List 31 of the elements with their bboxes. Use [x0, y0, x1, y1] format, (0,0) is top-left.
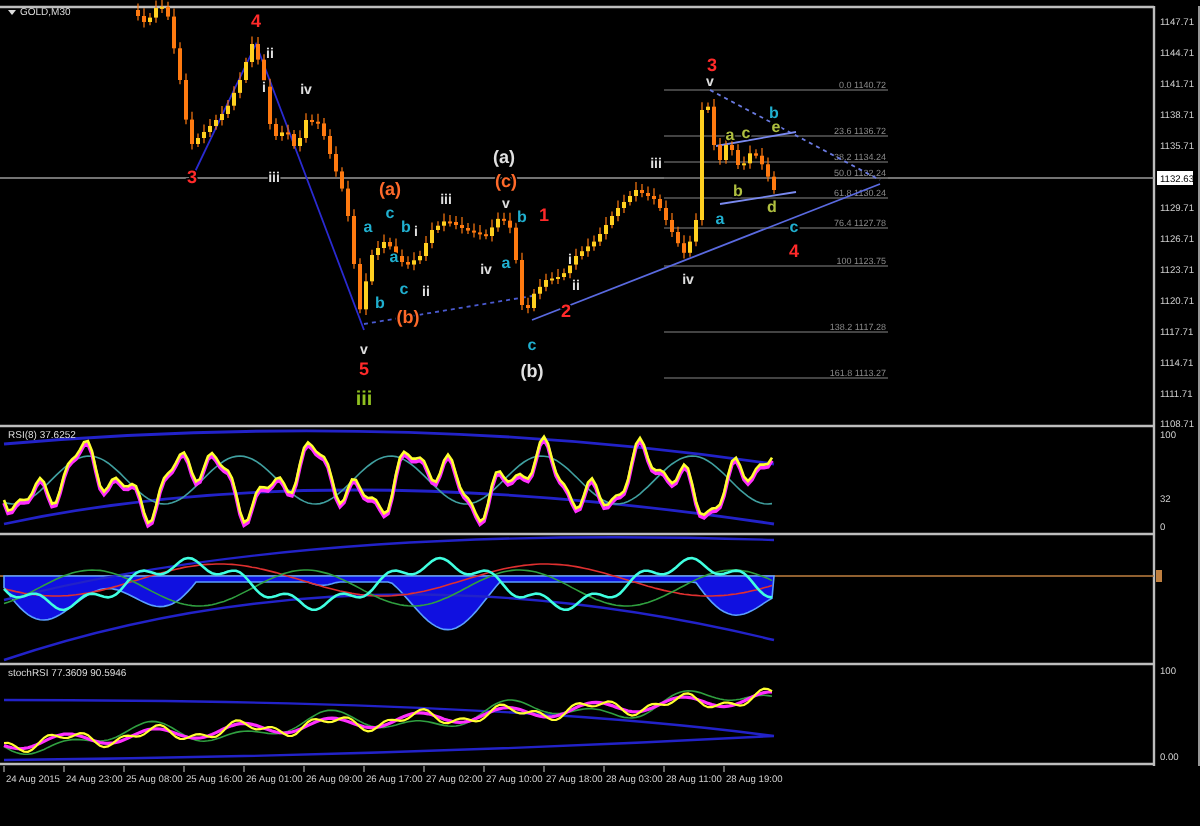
wave-label: 5: [359, 358, 369, 379]
wave-label: a: [715, 210, 725, 229]
wave-label: (a): [379, 178, 401, 199]
wave-label: a: [501, 254, 511, 273]
wave-label: 4: [789, 240, 799, 261]
wave-label: e: [771, 118, 781, 137]
wave-label: (b): [520, 360, 544, 381]
wave-label: d: [767, 198, 777, 217]
wave-label: b: [769, 104, 779, 123]
wave-label: b: [401, 218, 411, 237]
wave-label: (a): [493, 146, 515, 167]
wave-label: 1: [539, 204, 549, 225]
wave-label: b: [517, 208, 527, 227]
wave-label: (b): [396, 306, 420, 327]
wave-label: a: [725, 126, 735, 145]
wave-label: 3: [187, 166, 197, 187]
wave-label: 3: [707, 54, 717, 75]
wave-label: b: [375, 294, 385, 313]
wave-label: (c): [495, 170, 517, 191]
wave-label: c: [399, 280, 409, 299]
wave-label: a: [389, 248, 399, 267]
wave-label: c: [385, 204, 395, 223]
wave-label: c: [527, 336, 537, 355]
wave-label: iii: [355, 389, 373, 412]
wave-label: 4: [251, 10, 261, 31]
wave-label: a: [363, 218, 373, 237]
wave-label: c: [741, 124, 751, 143]
dropdown-icon[interactable]: [8, 10, 16, 15]
wave-label: b: [733, 182, 743, 201]
wave-label: c: [789, 218, 799, 237]
wave-label: 2: [561, 300, 571, 321]
